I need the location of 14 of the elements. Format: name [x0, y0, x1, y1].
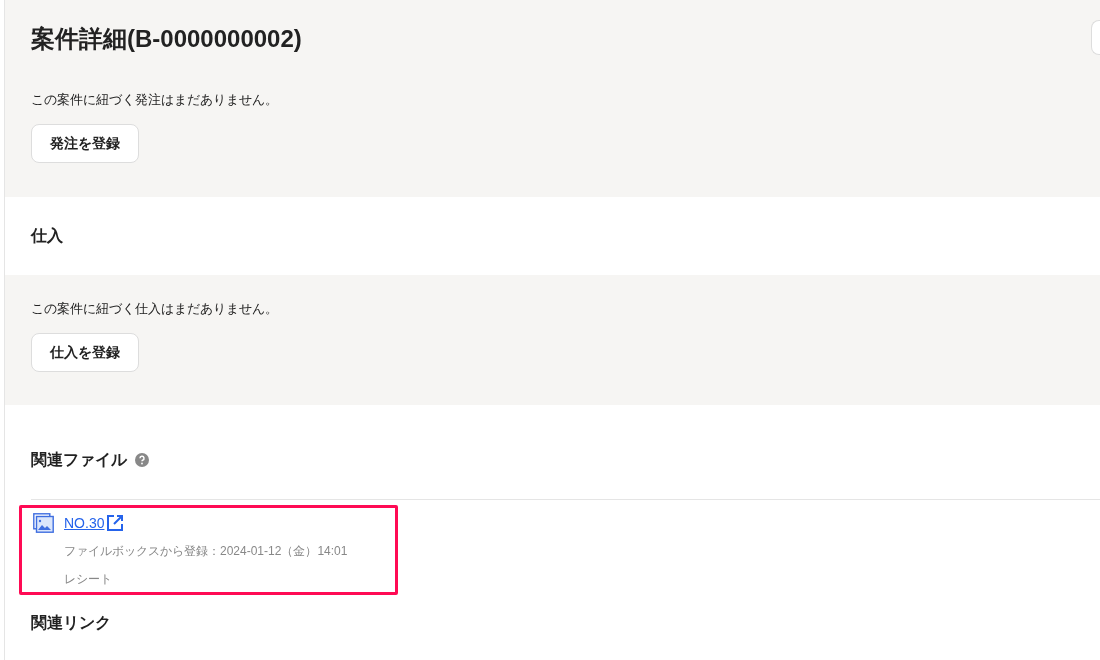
file-meta: ファイルボックスから登録：2024-01-12（金）14:01	[64, 543, 348, 560]
file-link[interactable]: NO.30	[64, 512, 105, 534]
section-heading: 関連リンク	[31, 613, 112, 633]
section-heading: 関連ファイル	[31, 449, 127, 470]
register-button[interactable]: 発注を登録	[31, 123, 139, 163]
register-button[interactable]: 仕入を登録	[31, 332, 139, 372]
file-category: レシート	[64, 571, 112, 588]
help-icon[interactable]	[135, 452, 149, 467]
external-link-icon[interactable]	[106, 514, 125, 532]
page-title: 案件詳細(B-0000000002)	[31, 24, 302, 54]
empty-message: この案件に紐づく仕入はまだありません。	[31, 300, 278, 318]
empty-message: この案件に紐づく発注はまだありません。	[31, 91, 278, 109]
section-heading: 仕入	[31, 226, 63, 246]
image-file-icon	[33, 513, 54, 533]
